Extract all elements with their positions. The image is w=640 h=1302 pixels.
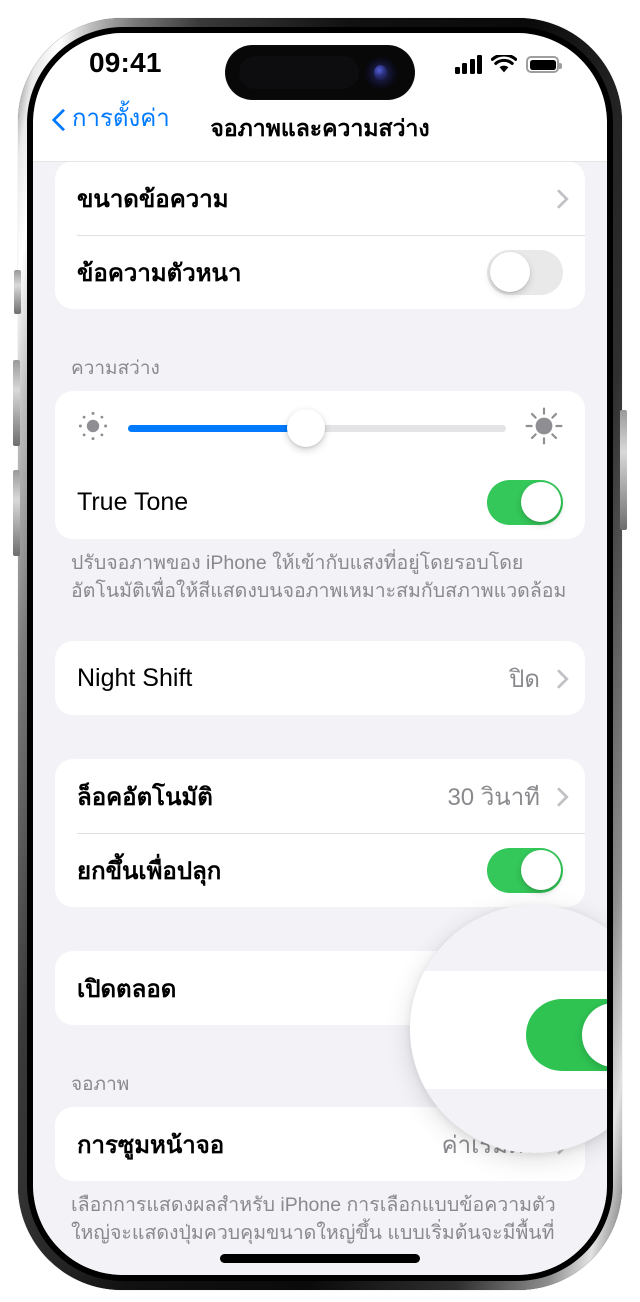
dynamic-island [225, 45, 415, 100]
row-bold-text-label: ข้อความตัวหนา [77, 259, 242, 287]
row-auto-lock[interactable]: ล็อคอัตโนมัติ 30 วินาที [55, 759, 585, 833]
chevron-left-icon [53, 109, 66, 132]
home-indicator[interactable] [220, 1254, 420, 1263]
display-section-footer: เลือกการแสดงผลสำหรับ iPhone การเลือกแบบข… [71, 1194, 556, 1245]
row-night-shift-value: ปิด [509, 665, 540, 693]
group-text: ขนาดข้อความ ข้อความตัวหนา [55, 161, 585, 309]
brightness-section-footer: ปรับจอภาพของ iPhone ให้เข้ากับแสงที่อยู่… [71, 552, 567, 602]
group-lock: ล็อคอัตโนมัติ 30 วินาที ยกขึ้นเพื่อปลุก [55, 759, 585, 908]
wifi-icon [490, 53, 518, 74]
true-tone-toggle[interactable] [487, 479, 563, 525]
bold-text-toggle[interactable] [487, 249, 563, 295]
row-display-zoom-label: การซูมหน้าจอ [77, 1131, 225, 1159]
mute-switch-button[interactable] [14, 270, 21, 314]
front-camera-icon [365, 57, 397, 89]
magnified-always-on-toggle[interactable] [526, 999, 607, 1071]
screenshot-stage: 09:41 การตั้งค่า จอภาพและความสว่าง ขนาดข… [0, 0, 640, 1302]
row-auto-lock-value: 30 วินาที [447, 783, 540, 811]
cellular-bars-icon [454, 55, 482, 74]
status-bar-indicators [454, 53, 562, 74]
raise-to-wake-toggle[interactable] [487, 847, 563, 893]
volume-up-button[interactable] [13, 360, 20, 446]
row-brightness-slider[interactable] [55, 391, 585, 465]
back-button[interactable]: การตั้งค่า [53, 107, 170, 134]
brightness-slider-thumb[interactable] [286, 409, 325, 447]
row-raise-to-wake[interactable]: ยกขึ้นเพื่อปลุก [55, 833, 585, 907]
power-button[interactable] [620, 410, 627, 530]
row-auto-lock-label: ล็อคอัตโนมัติ [77, 783, 213, 811]
row-night-shift[interactable]: Night Shift ปิด [55, 641, 585, 715]
chevron-right-icon [552, 787, 563, 806]
volume-down-button[interactable] [13, 470, 20, 556]
sun-large-icon [523, 405, 565, 452]
brightness-section-header: ความสว่าง [71, 358, 160, 379]
phone-screen: 09:41 การตั้งค่า จอภาพและความสว่าง ขนาดข… [33, 33, 607, 1275]
back-button-label: การตั้งค่า [72, 105, 170, 132]
chevron-right-icon [552, 669, 563, 688]
group-brightness: True Tone [55, 391, 585, 539]
brightness-slider[interactable] [128, 409, 506, 447]
battery-full-icon [526, 56, 562, 73]
row-bold-text[interactable]: ข้อความตัวหนา [55, 235, 585, 309]
page-title: จอภาพและความสว่าง [210, 115, 430, 141]
sun-small-icon [75, 408, 111, 449]
row-text-size[interactable]: ขนาดข้อความ [55, 161, 585, 235]
group-night-shift: Night Shift ปิด [55, 641, 585, 716]
row-night-shift-label: Night Shift [77, 663, 193, 692]
status-bar-time: 09:41 [89, 47, 162, 78]
row-true-tone[interactable]: True Tone [55, 465, 585, 539]
chevron-right-icon [552, 189, 563, 208]
row-true-tone-label: True Tone [77, 487, 189, 516]
navigation-bar: การตั้งค่า จอภาพและความสว่าง [33, 99, 607, 162]
row-text-size-label: ขนาดข้อความ [77, 185, 229, 213]
row-raise-to-wake-label: ยกขึ้นเพื่อปลุก [77, 857, 222, 885]
